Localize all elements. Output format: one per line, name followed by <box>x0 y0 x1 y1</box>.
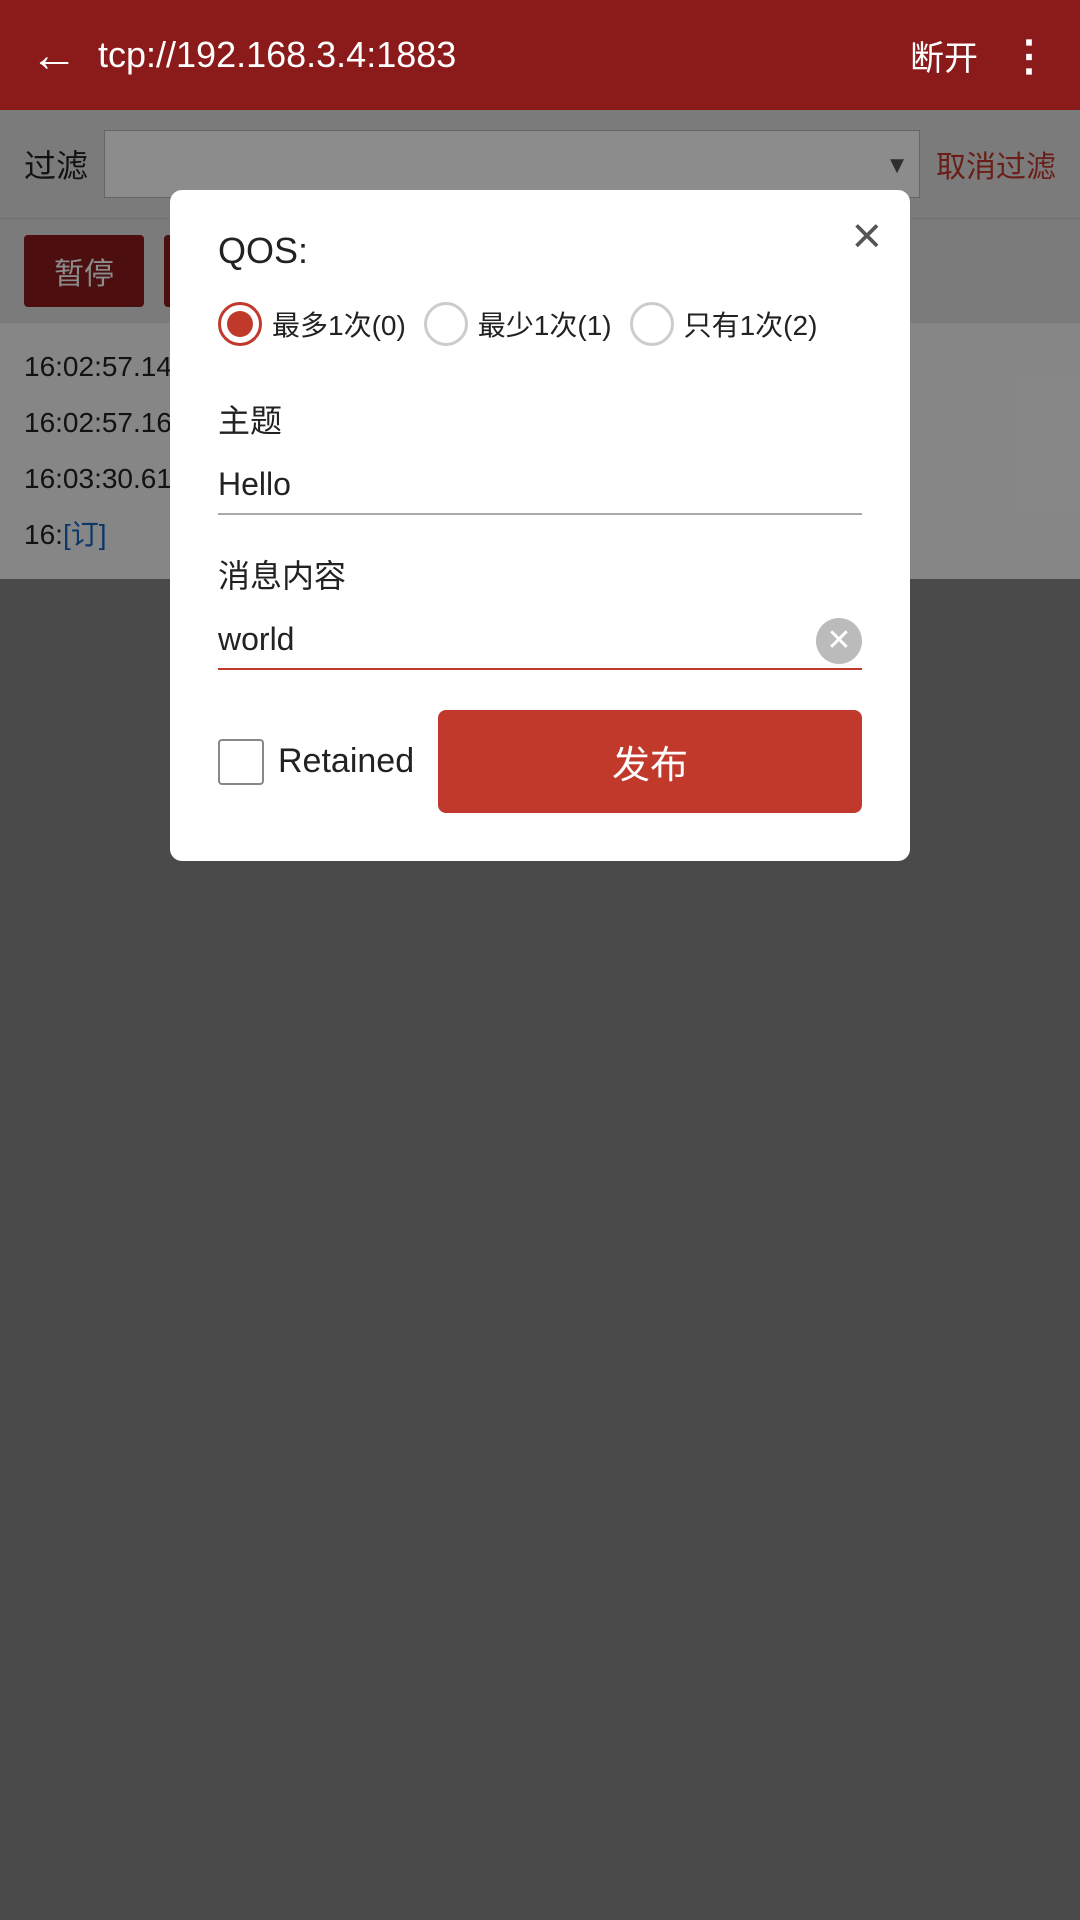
message-clear-button[interactable]: ✕ <box>816 618 862 664</box>
page-title: tcp://192.168.3.4:1883 <box>98 34 456 76</box>
dialog-footer: Retained 发布 <box>218 710 862 813</box>
main-background: 过滤 ▾ 取消过滤 暂停 清空 自动滚动 打印发送 <box>0 110 1080 1920</box>
qos0-label: 最多1次(0) <box>272 304 406 344</box>
publish-dialog: × QOS: 最多1次(0) 最少1次(1) <box>170 190 910 861</box>
topic-input[interactable] <box>218 456 862 515</box>
qos-options: 最多1次(0) 最少1次(1) 只有1次(2) <box>218 302 862 346</box>
topic-label: 主题 <box>218 396 862 442</box>
top-bar-left: ← tcp://192.168.3.4:1883 <box>30 28 456 83</box>
topic-section: 主题 <box>218 396 862 515</box>
dialog-close-button[interactable]: × <box>852 210 882 262</box>
publish-button[interactable]: 发布 <box>438 710 862 813</box>
message-label: 消息内容 <box>218 551 862 597</box>
message-input-wrap: ✕ <box>218 611 862 670</box>
retained-label: Retained <box>278 742 414 781</box>
radio-inner-qos0 <box>227 311 253 337</box>
retained-checkbox[interactable] <box>218 739 264 785</box>
clear-icon: ✕ <box>826 626 851 656</box>
retained-group: Retained <box>218 739 414 785</box>
qos1-label: 最少1次(1) <box>478 304 612 344</box>
radio-qos1[interactable] <box>424 302 468 346</box>
radio-qos2[interactable] <box>630 302 674 346</box>
qos2-label: 只有1次(2) <box>684 304 818 344</box>
qos-option-1[interactable]: 最少1次(1) <box>424 302 612 346</box>
qos-option-2[interactable]: 只有1次(2) <box>630 302 818 346</box>
top-bar: ← tcp://192.168.3.4:1883 断开 ⋮ <box>0 0 1080 110</box>
dialog-overlay: × QOS: 最多1次(0) 最少1次(1) <box>0 110 1080 1920</box>
more-icon[interactable]: ⋮ <box>1008 31 1050 80</box>
qos-option-0[interactable]: 最多1次(0) <box>218 302 406 346</box>
disconnect-button[interactable]: 断开 <box>910 31 978 80</box>
message-section: 消息内容 ✕ <box>218 551 862 670</box>
radio-qos0[interactable] <box>218 302 262 346</box>
message-input[interactable] <box>218 611 862 670</box>
back-button[interactable]: ← <box>30 28 78 83</box>
qos-label: QOS: <box>218 230 862 272</box>
top-bar-right: 断开 ⋮ <box>910 31 1050 80</box>
